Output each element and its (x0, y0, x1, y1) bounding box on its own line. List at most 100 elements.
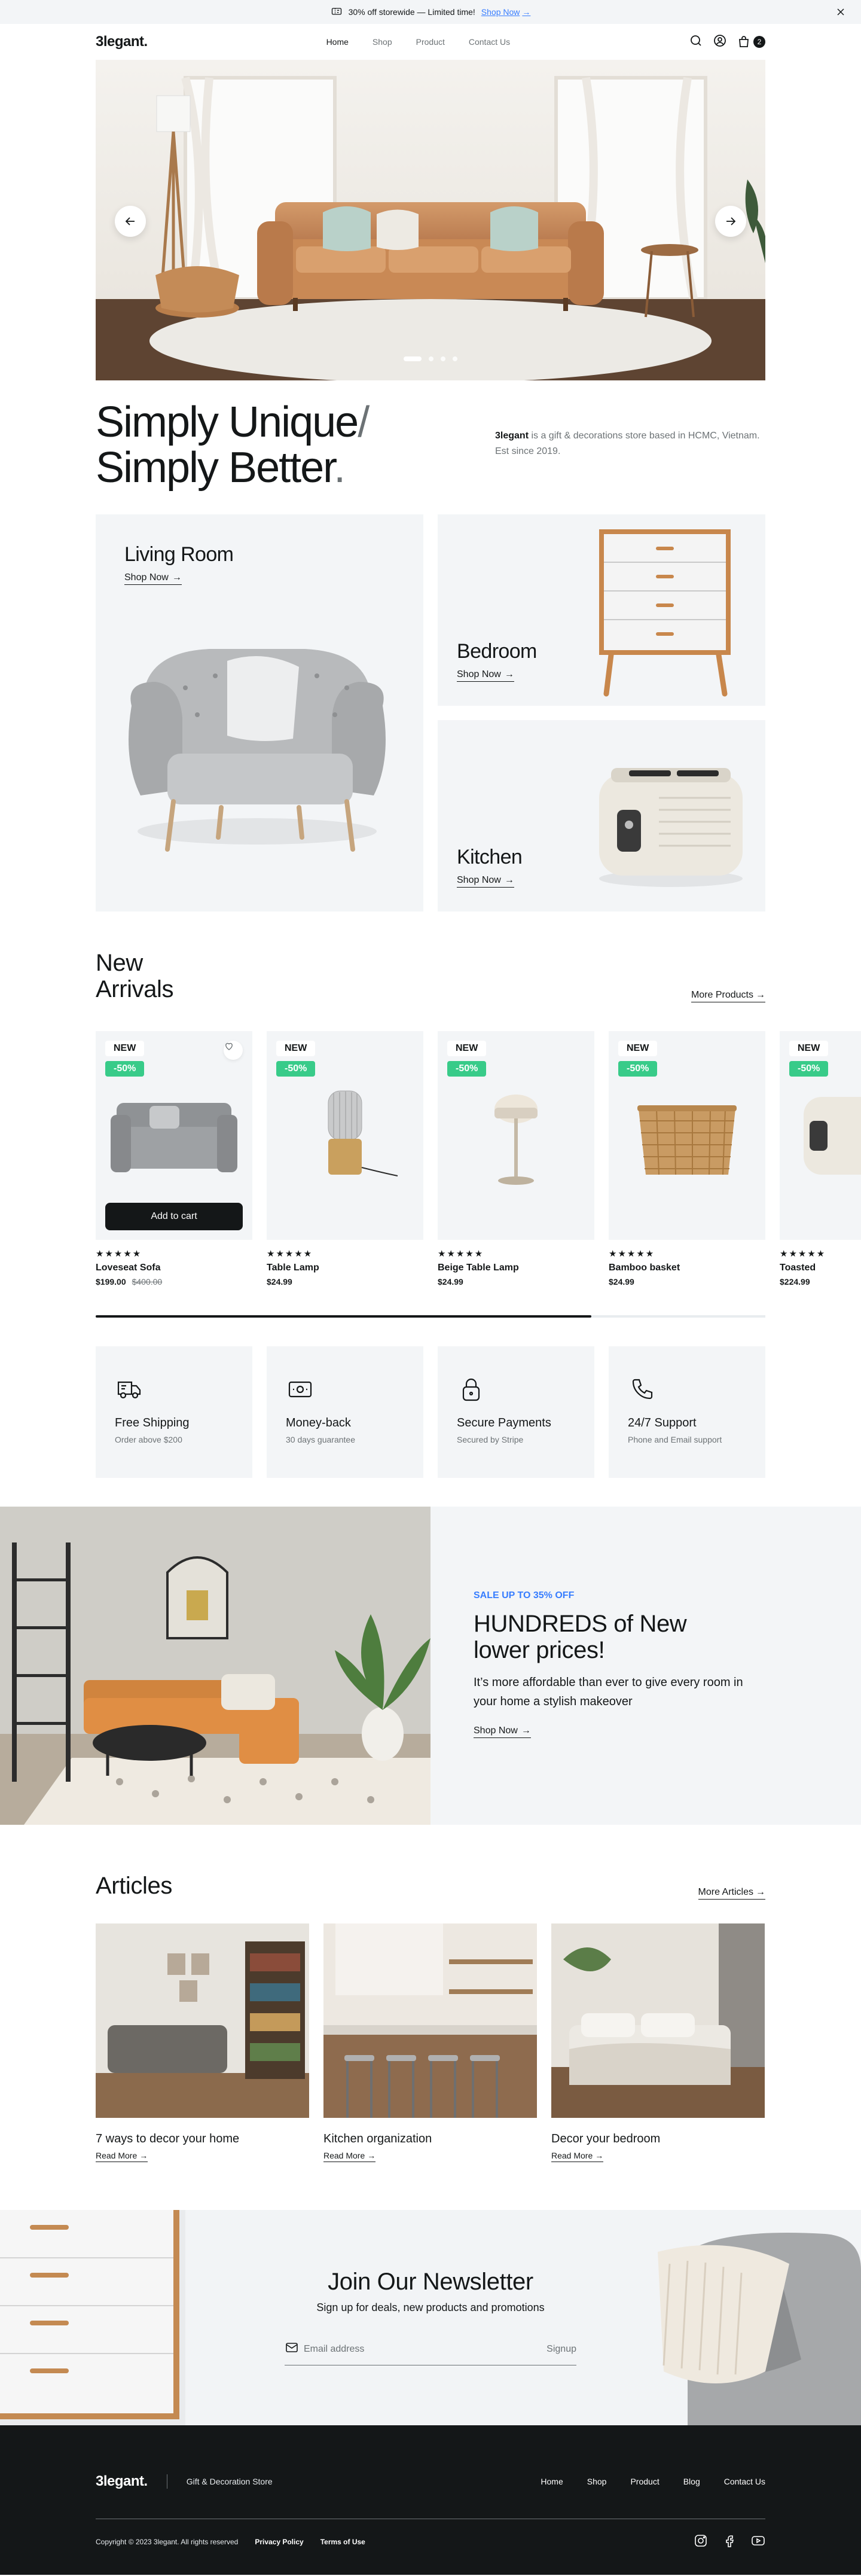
promo-shop-now-link[interactable]: Shop Now → (481, 7, 531, 17)
newsletter-subtitle: Sign up for deals, new products and prom… (316, 2301, 545, 2313)
discount-badge: -50% (618, 1061, 658, 1077)
promo-message: 30% off storewide — Limited time! (348, 7, 475, 17)
hero-dot[interactable] (453, 356, 457, 361)
facebook-icon[interactable] (722, 2534, 737, 2550)
headline-line-1: Simply Unique (96, 398, 359, 446)
product-image[interactable]: NEW -50% Add to cart (96, 1031, 252, 1240)
category-card-kitchen[interactable]: Kitchen Shop Now → (438, 720, 765, 911)
banner-shop-now-link[interactable]: Shop Now → (474, 1726, 531, 1738)
product-card[interactable]: NEW -50% ★★★★★ Table Lamp $24.99 (267, 1031, 423, 1287)
footer-link-contact[interactable]: Contact Us (724, 2477, 765, 2486)
article-image[interactable] (323, 1923, 537, 2118)
hero-dot[interactable] (441, 356, 445, 361)
hero-dot[interactable] (404, 356, 422, 361)
carousel-scrollbar[interactable] (96, 1315, 765, 1318)
read-more-label: Read More (551, 2151, 593, 2160)
product-card[interactable]: NEW -50% ★★★★★ Bamboo basket $24.99 (609, 1031, 765, 1287)
email-input[interactable]: Email address (304, 2344, 364, 2355)
product-name[interactable]: Toasted (780, 1263, 861, 1273)
discount-badge: -50% (105, 1061, 145, 1077)
more-products-link[interactable]: More Products → (691, 990, 765, 1002)
product-name[interactable]: Loveseat Sofa (96, 1263, 252, 1273)
hero-next-button[interactable] (715, 206, 746, 237)
category-card-living-room[interactable]: Living Room Shop Now → (96, 514, 423, 911)
hero-dot[interactable] (429, 356, 433, 361)
main-nav: 3legant. Home Shop Product Contact Us 2 (96, 24, 765, 60)
product-image[interactable]: NEW -50% (609, 1031, 765, 1240)
article-title[interactable]: 7 ways to decor your home (96, 2132, 309, 2146)
article-title[interactable]: Decor your bedroom (551, 2132, 765, 2146)
product-carousel: NEW -50% Add to cart ★★★★★ Loveseat Sofa… (96, 1031, 861, 1287)
discount-badge: -50% (447, 1061, 487, 1077)
privacy-policy-link[interactable]: Privacy Policy (255, 2538, 303, 2546)
product-card[interactable]: NEW -50% ★★★★★ Toasted $224.99 (780, 1031, 861, 1287)
product-image[interactable]: NEW -50% (438, 1031, 594, 1240)
nav-link-home[interactable]: Home (326, 37, 349, 47)
category-shop-now-link[interactable]: Shop Now → (457, 669, 514, 682)
shop-now-label: Shop Now (474, 1726, 518, 1736)
search-icon[interactable] (689, 33, 703, 51)
footer-link-home[interactable]: Home (541, 2477, 563, 2486)
arrow-right-icon (723, 214, 738, 228)
nav-link-contact[interactable]: Contact Us (469, 37, 510, 47)
youtube-icon[interactable] (751, 2534, 765, 2550)
arrow-right-icon: → (504, 669, 514, 679)
article-card[interactable]: Decor your bedroom Read More → (551, 1923, 765, 2162)
footer-link-blog[interactable]: Blog (683, 2477, 700, 2486)
category-card-bedroom[interactable]: Bedroom Shop Now → (438, 514, 765, 706)
close-icon[interactable] (835, 6, 847, 18)
add-to-cart-button[interactable]: Add to cart (105, 1203, 243, 1230)
signup-button[interactable]: Signup (546, 2344, 576, 2355)
product-image[interactable]: NEW -50% (780, 1031, 861, 1240)
heart-icon[interactable] (224, 1041, 243, 1060)
scrollbar-thumb[interactable] (96, 1315, 591, 1318)
category-grid: Living Room Shop Now → Bedroom Shop Now → (96, 514, 765, 911)
user-icon[interactable] (713, 33, 727, 51)
armchair-image (129, 649, 386, 852)
hero-pagination (404, 356, 457, 361)
product-image[interactable]: NEW -50% (267, 1031, 423, 1240)
article-image[interactable] (551, 1923, 765, 2118)
article-title[interactable]: Kitchen organization (323, 2132, 537, 2146)
nav-link-shop[interactable]: Shop (373, 37, 392, 47)
nav-link-product[interactable]: Product (416, 37, 445, 47)
category-title: Kitchen (457, 846, 523, 868)
product-price: $199.00 $400.00 (96, 1277, 252, 1287)
product-card[interactable]: NEW -50% ★★★★★ Beige Table Lamp $24.99 (438, 1031, 594, 1287)
footer-link-shop[interactable]: Shop (587, 2477, 607, 2486)
article-image[interactable] (96, 1923, 309, 2118)
footer-link-product[interactable]: Product (630, 2477, 659, 2486)
more-articles-link[interactable]: More Articles → (698, 1887, 765, 1900)
hero-prev-button[interactable] (115, 206, 146, 237)
brand-logo[interactable]: 3legant. (96, 33, 148, 50)
terms-of-use-link[interactable]: Terms of Use (320, 2538, 365, 2546)
cart-icon[interactable]: 2 (737, 35, 765, 49)
bedroom-image (551, 1923, 765, 2118)
lock-icon (457, 1378, 486, 1406)
article-card[interactable]: Kitchen organization Read More → (323, 1923, 537, 2162)
service-subtitle: Order above $200 (115, 1435, 182, 1444)
category-shop-now-link[interactable]: Shop Now → (457, 875, 514, 888)
new-badge: NEW (618, 1041, 658, 1056)
product-name[interactable]: Bamboo basket (609, 1263, 765, 1273)
product-name[interactable]: Table Lamp (267, 1263, 423, 1273)
product-name[interactable]: Beige Table Lamp (438, 1263, 594, 1273)
instagram-icon[interactable] (694, 2534, 708, 2550)
footer-tagline: Gift & Decoration Store (186, 2477, 273, 2486)
newsletter-form: Email address Signup (285, 2333, 576, 2365)
intro-section: Simply Unique/ Simply Better. 3legant is… (96, 380, 765, 514)
read-more-link[interactable]: Read More → (96, 2151, 148, 2162)
product-card[interactable]: NEW -50% Add to cart ★★★★★ Loveseat Sofa… (96, 1031, 252, 1287)
star-rating: ★★★★★ (438, 1249, 484, 1259)
service-title: Secure Payments (457, 1416, 551, 1429)
read-more-link[interactable]: Read More → (323, 2151, 376, 2162)
promo-bar: 30% off storewide — Limited time! Shop N… (0, 0, 861, 24)
footer-logo[interactable]: 3legant. (96, 2473, 148, 2490)
footer-links: Home Shop Product Blog Contact Us (541, 2477, 765, 2486)
nav-icons: 2 (689, 33, 765, 51)
article-card[interactable]: 7 ways to decor your home Read More → (96, 1923, 309, 2162)
arrow-right-icon: → (522, 7, 531, 17)
service-title: Money-back (286, 1416, 351, 1429)
shop-now-label: Shop Now (457, 875, 501, 885)
read-more-link[interactable]: Read More → (551, 2151, 604, 2162)
